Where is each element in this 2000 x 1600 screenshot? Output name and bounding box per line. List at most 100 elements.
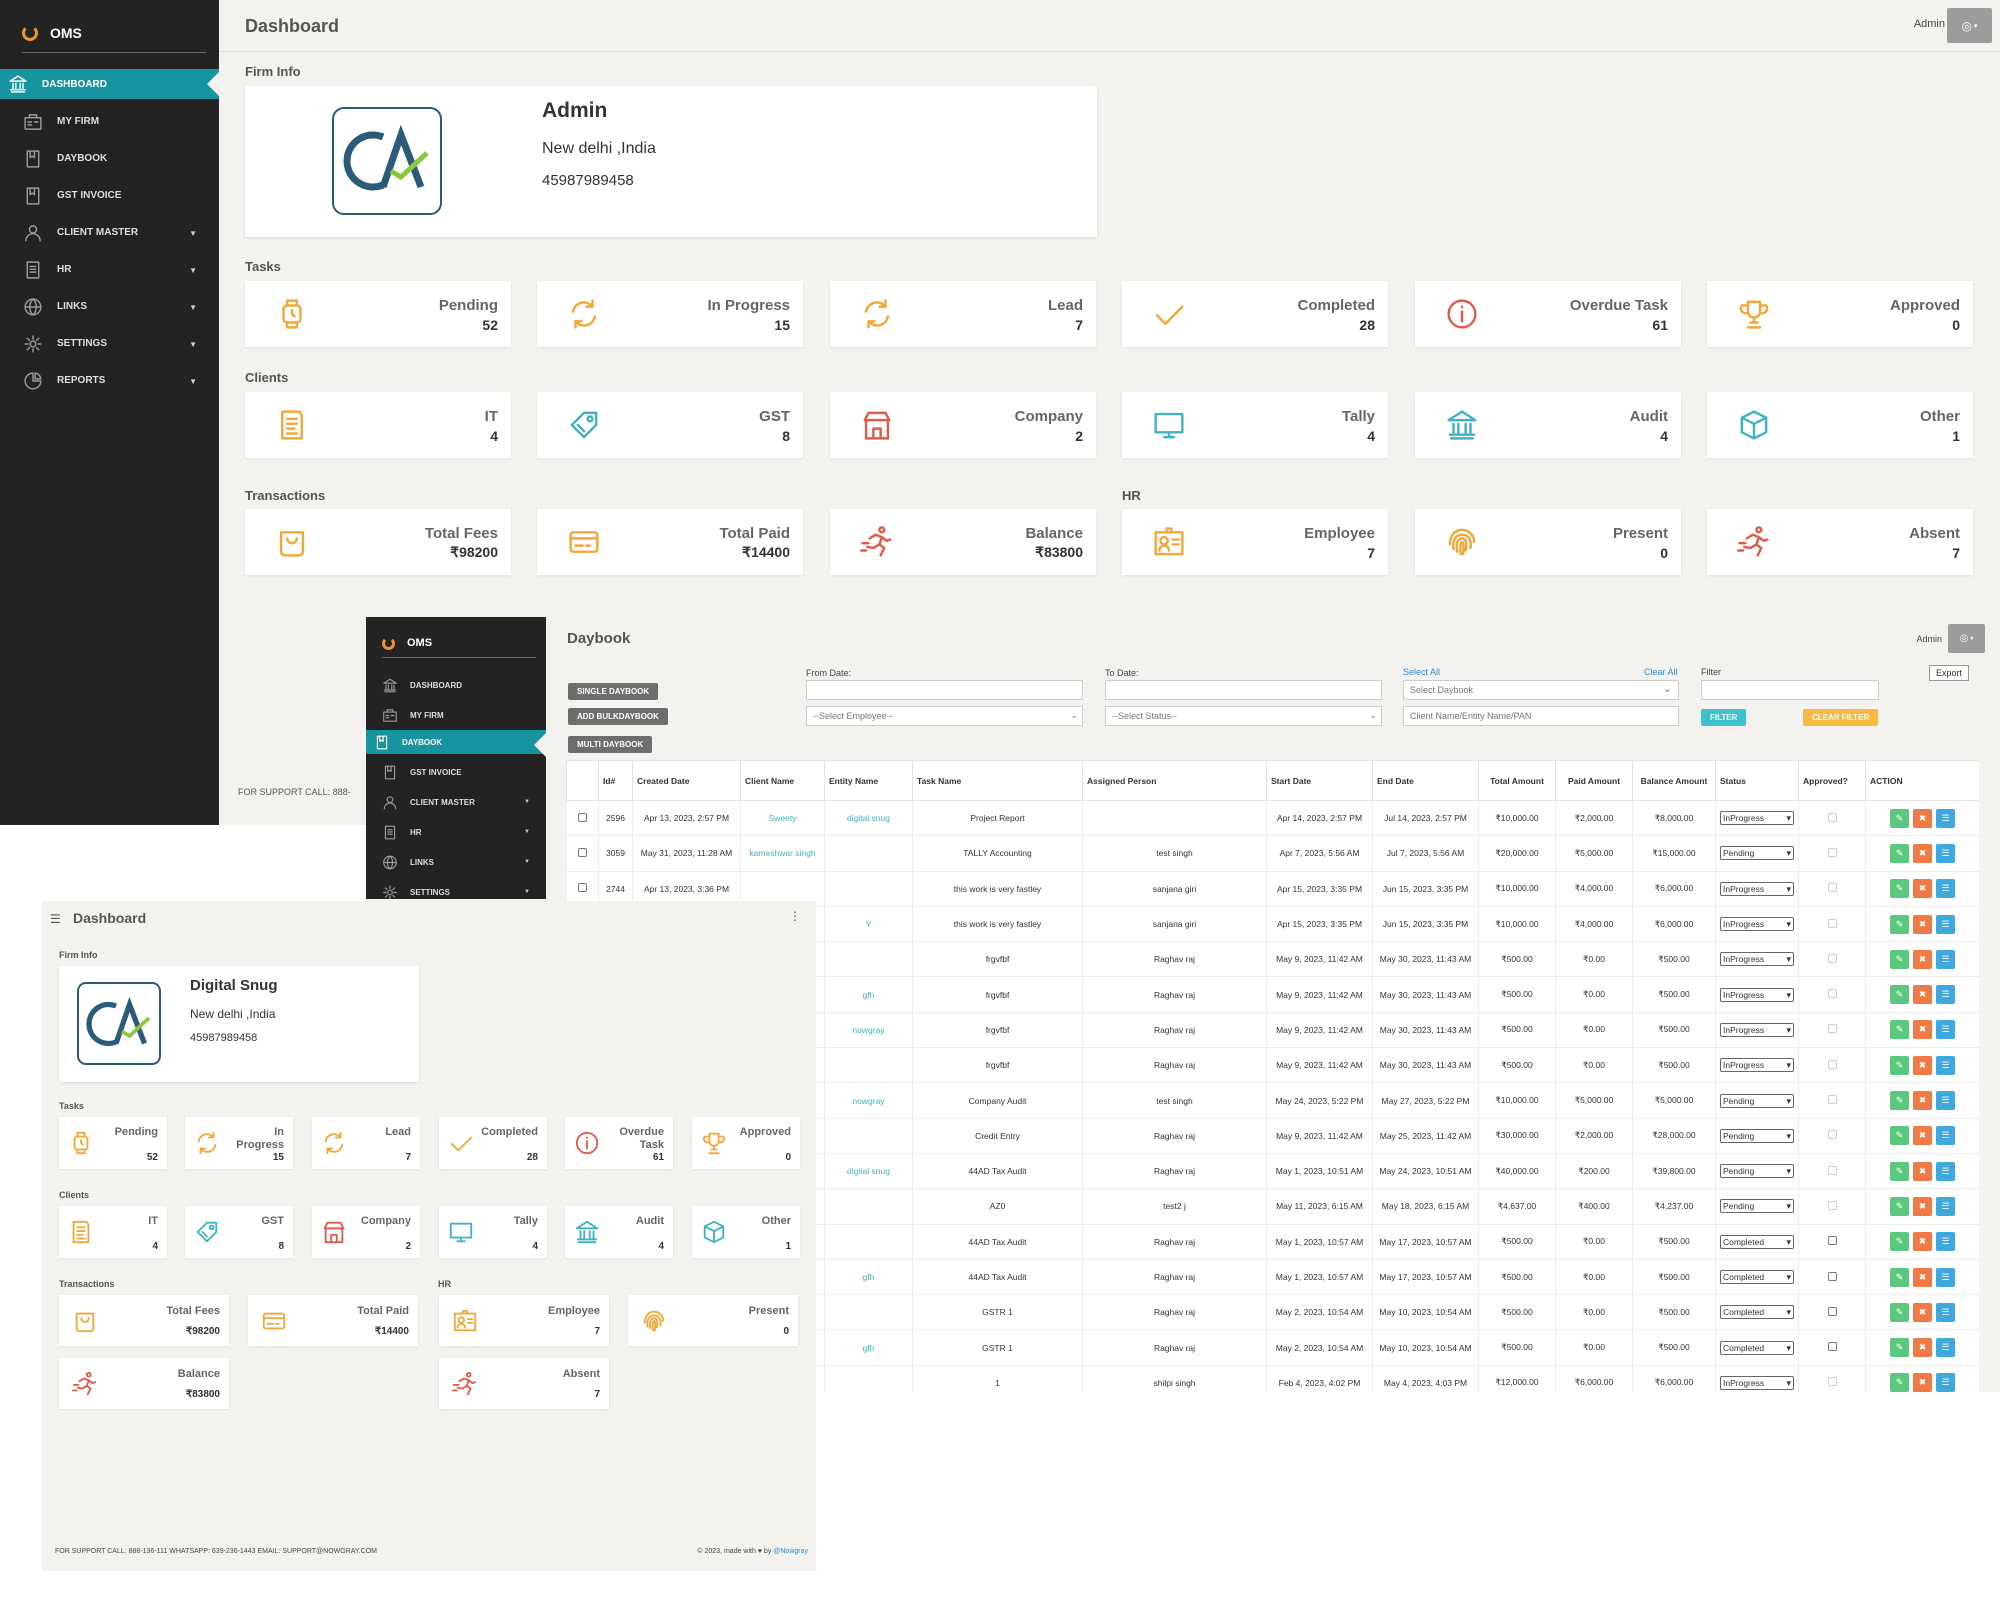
status-select[interactable]: InProgress (1720, 917, 1794, 932)
approved-checkbox[interactable] (1827, 1271, 1837, 1281)
cell-client[interactable]: kameshwar singh (740, 835, 825, 872)
cell-client[interactable]: Sweety (740, 799, 825, 837)
view-details-icon[interactable]: ☰ (1936, 1020, 1955, 1040)
stat-card-overdue-task[interactable]: Overdue Task 61 (1415, 281, 1681, 347)
row-checkbox[interactable] (578, 812, 587, 822)
stat-card-lead[interactable]: Lead 7 (312, 1117, 420, 1169)
cell-entity[interactable] (824, 1188, 913, 1225)
status-select[interactable]: InProgress (1720, 1058, 1794, 1073)
status-select[interactable]: Completed (1720, 1305, 1794, 1320)
cell-entity[interactable] (824, 1047, 913, 1084)
view-details-icon[interactable]: ☰ (1936, 1055, 1955, 1075)
cell-entity[interactable]: nowgray (824, 1011, 913, 1049)
sidebar-item-links[interactable]: LINKS ▼ (366, 847, 546, 877)
stat-card-total-paid[interactable]: Total Paid ₹14400 (248, 1295, 418, 1346)
sidebar-item-dashboard[interactable]: DASHBOARD (366, 670, 546, 700)
stat-card-present[interactable]: Present 0 (1415, 509, 1681, 575)
status-select[interactable]: Completed (1720, 1270, 1794, 1284)
edit-icon[interactable]: ✎ (1890, 1091, 1909, 1111)
view-details-icon[interactable]: ☰ (1936, 1338, 1955, 1358)
status-select[interactable]: Pending (1720, 846, 1794, 861)
delete-icon[interactable]: ✖ (1913, 1055, 1932, 1075)
delete-icon[interactable]: ✖ (1913, 1161, 1932, 1181)
stat-card-approved[interactable]: Approved 0 (1707, 281, 1973, 347)
approved-checkbox[interactable] (1827, 1306, 1837, 1316)
stat-card-other[interactable]: Other 1 (692, 1206, 800, 1258)
view-details-icon[interactable]: ☰ (1936, 1161, 1955, 1181)
delete-icon[interactable]: ✖ (1913, 949, 1932, 969)
delete-icon[interactable]: ✖ (1913, 985, 1932, 1005)
status-select[interactable]: InProgress (1720, 1022, 1794, 1037)
delete-icon[interactable]: ✖ (1913, 808, 1932, 828)
filter-button[interactable]: FILTER (1701, 709, 1747, 726)
edit-icon[interactable]: ✎ (1890, 914, 1909, 934)
edit-icon[interactable]: ✎ (1890, 1373, 1909, 1392)
delete-icon[interactable]: ✖ (1913, 1267, 1932, 1287)
user-menu-button[interactable]: ◎ ▾ (1948, 624, 1985, 653)
view-details-icon[interactable]: ☰ (1936, 843, 1955, 863)
stat-card-balance[interactable]: Balance ₹83800 (830, 509, 1096, 575)
stat-card-employee[interactable]: Employee 7 (1122, 509, 1388, 575)
stat-card-in-progress[interactable]: In Progress 15 (537, 281, 803, 347)
stat-card-completed[interactable]: Completed 28 (1122, 281, 1388, 347)
cell-entity[interactable]: Y (824, 905, 913, 943)
stat-card-audit[interactable]: Audit 4 (1415, 392, 1681, 458)
client-search-input[interactable]: Client Name/Entity Name/PAN (1403, 706, 1679, 726)
select-all-link[interactable]: Select All (1403, 667, 1440, 677)
cell-entity[interactable] (824, 941, 913, 978)
status-select[interactable]: InProgress (1720, 952, 1794, 967)
stat-card-it[interactable]: IT 4 (245, 392, 511, 458)
status-select[interactable]: Pending (1720, 1128, 1794, 1143)
edit-icon[interactable]: ✎ (1890, 1161, 1909, 1181)
sidebar-item-hr[interactable]: HR ▼ (0, 251, 219, 288)
multi-daybook-button[interactable]: MULTI DAYBOOK (568, 736, 653, 753)
edit-icon[interactable]: ✎ (1890, 808, 1909, 828)
stat-card-employee[interactable]: Employee 7 (439, 1295, 609, 1346)
sidebar-item-gst-invoice[interactable]: GST INVOICE (0, 177, 219, 214)
daybook-select[interactable]: Select Daybook ⌄ (1403, 680, 1679, 700)
status-select[interactable]: InProgress (1720, 1375, 1794, 1390)
edit-icon[interactable]: ✎ (1890, 949, 1909, 969)
edit-icon[interactable]: ✎ (1890, 1196, 1909, 1216)
edit-icon[interactable]: ✎ (1890, 985, 1909, 1005)
edit-icon[interactable]: ✎ (1890, 1232, 1909, 1252)
cell-entity[interactable] (824, 835, 913, 872)
stat-card-lead[interactable]: Lead 7 (830, 281, 1096, 347)
delete-icon[interactable]: ✖ (1913, 843, 1932, 863)
view-details-icon[interactable]: ☰ (1936, 985, 1955, 1005)
from-date-input[interactable] (806, 680, 1083, 700)
stat-card-completed[interactable]: Completed 28 (439, 1117, 547, 1169)
stat-card-total-fees[interactable]: Total Fees ₹98200 (59, 1295, 229, 1346)
cell-entity[interactable]: digital snug (824, 1152, 913, 1190)
sidebar-item-daybook[interactable]: DAYBOOK (366, 730, 546, 757)
more-options-icon[interactable]: ⋮ (789, 909, 801, 923)
view-details-icon[interactable]: ☰ (1936, 1232, 1955, 1252)
delete-icon[interactable]: ✖ (1913, 1020, 1932, 1040)
stat-card-pending[interactable]: Pending 52 (59, 1117, 167, 1169)
delete-icon[interactable]: ✖ (1913, 1373, 1932, 1392)
edit-icon[interactable]: ✎ (1890, 843, 1909, 863)
hamburger-menu-icon[interactable]: ☰ (50, 912, 61, 926)
status-select[interactable]: Pending (1720, 1199, 1794, 1214)
sidebar-item-dashboard[interactable]: DASHBOARD (0, 69, 219, 99)
stat-card-pending[interactable]: Pending 52 (245, 281, 511, 347)
sidebar-item-settings[interactable]: SETTINGS ▼ (0, 325, 219, 362)
edit-icon[interactable]: ✎ (1890, 1338, 1909, 1358)
status-select[interactable]: Completed (1720, 1234, 1794, 1249)
to-date-input[interactable] (1105, 680, 1382, 700)
stat-card-absent[interactable]: Absent 7 (439, 1358, 609, 1409)
cell-entity[interactable] (824, 1223, 913, 1260)
stat-card-total-fees[interactable]: Total Fees ₹98200 (245, 509, 511, 575)
view-details-icon[interactable]: ☰ (1936, 1091, 1955, 1111)
view-details-icon[interactable]: ☰ (1936, 1126, 1955, 1146)
stat-card-present[interactable]: Present 0 (628, 1295, 798, 1346)
status-select[interactable]: Pending (1720, 1164, 1794, 1179)
status-select[interactable]: Pending (1720, 1093, 1794, 1108)
cell-entity[interactable] (824, 1294, 913, 1331)
sidebar-item-daybook[interactable]: DAYBOOK (0, 140, 219, 177)
edit-icon[interactable]: ✎ (1890, 1126, 1909, 1146)
delete-icon[interactable]: ✖ (1913, 1196, 1932, 1216)
edit-icon[interactable]: ✎ (1890, 1267, 1909, 1287)
sidebar-item-gst-invoice[interactable]: GST INVOICE (366, 757, 546, 787)
cell-entity[interactable]: nowgray (824, 1082, 913, 1119)
